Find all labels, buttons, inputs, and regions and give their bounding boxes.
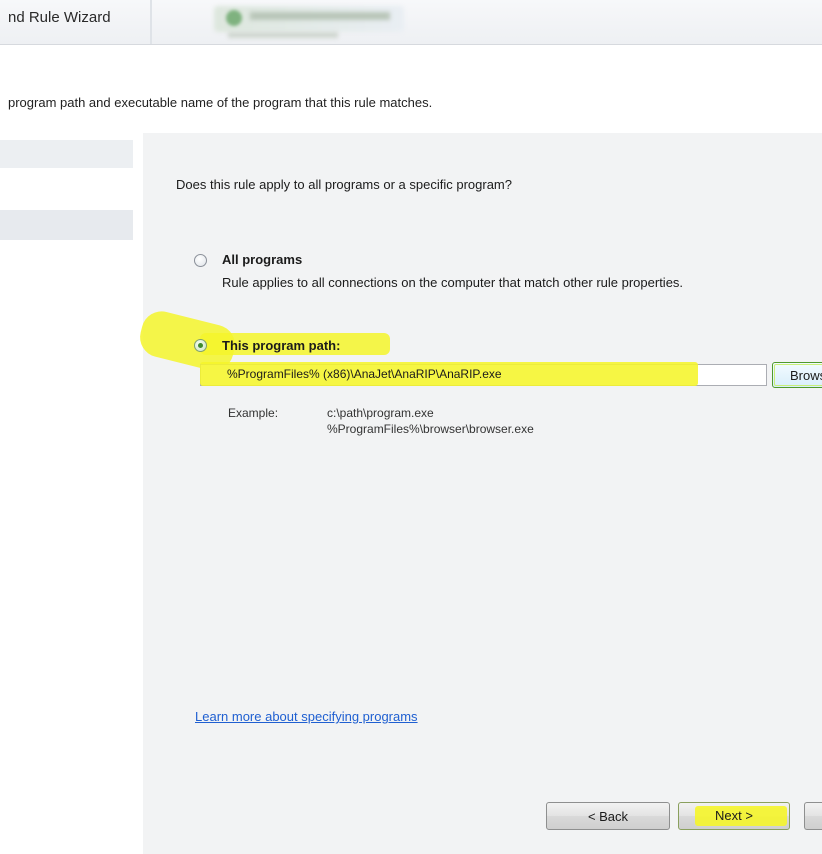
content-panel xyxy=(143,133,822,854)
highlight-mark xyxy=(200,362,698,386)
browse-button[interactable]: Browse... xyxy=(772,362,822,388)
radio-selected-dot xyxy=(198,343,203,348)
highlight-mark xyxy=(695,806,787,826)
example-path-2: %ProgramFiles%\browser\browser.exe xyxy=(327,422,534,436)
title-divider xyxy=(150,0,152,44)
window-title: nd Rule Wizard xyxy=(8,9,111,26)
question-text: Does this rule apply to all programs or … xyxy=(176,177,512,192)
example-label: Example: xyxy=(228,406,279,420)
steps-nav-item-1[interactable] xyxy=(0,140,133,168)
background-window-title xyxy=(250,12,390,20)
background-window-subtitle xyxy=(228,32,338,38)
back-button[interactable]: < Back xyxy=(546,802,670,830)
learn-more-link[interactable]: Learn more about specifying programs xyxy=(195,709,418,724)
this-program-path-radio[interactable] xyxy=(194,339,207,352)
cancel-button-partial[interactable] xyxy=(804,802,822,830)
example-path-1: c:\path\program.exe xyxy=(327,406,434,420)
all-programs-description: Rule applies to all connections on the c… xyxy=(222,275,684,290)
all-programs-radio[interactable] xyxy=(194,254,207,267)
background-window-icon xyxy=(226,10,242,26)
title-bar: nd Rule Wizard xyxy=(0,0,822,45)
all-programs-label[interactable]: All programs xyxy=(222,252,302,267)
this-program-path-label[interactable]: This program path: xyxy=(222,338,340,353)
wizard-step-description: program path and executable name of the … xyxy=(8,95,433,110)
steps-nav-item-2[interactable] xyxy=(0,210,133,240)
